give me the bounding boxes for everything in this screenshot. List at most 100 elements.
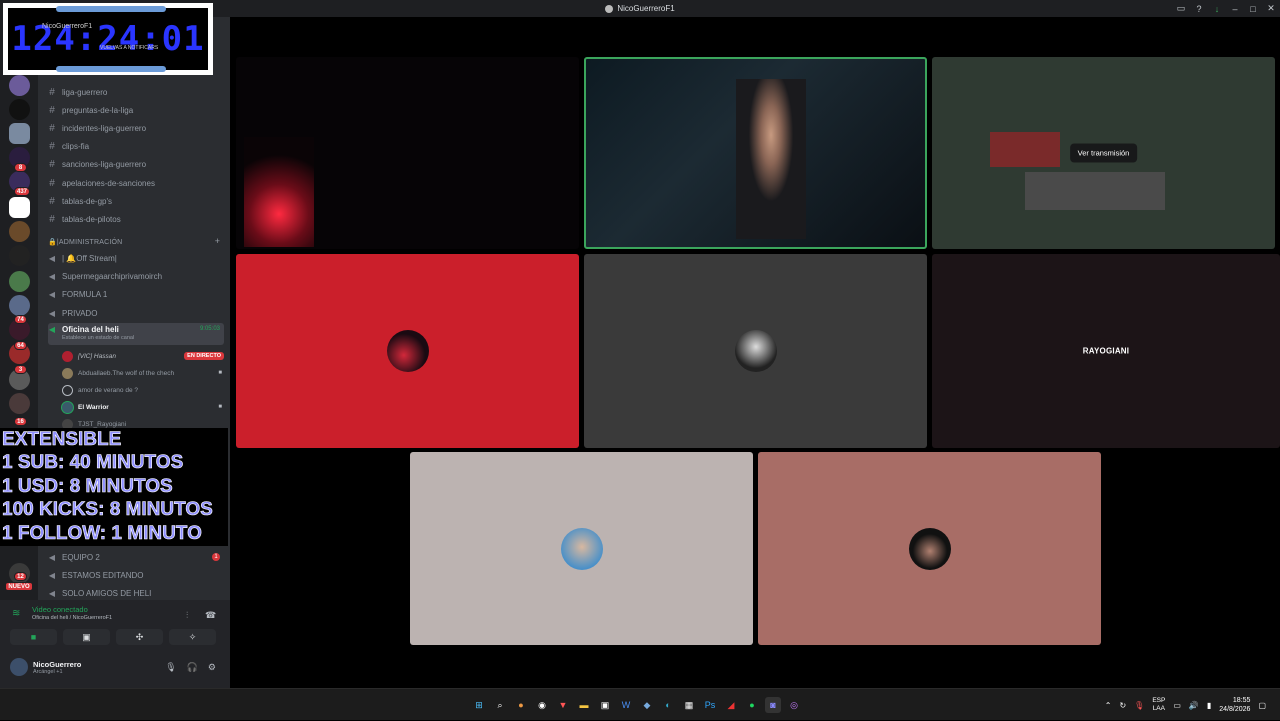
video-tile-speaking[interactable] — [584, 57, 927, 249]
category-administracion[interactable]: 🔒|ADMINISTRACIÓN — [48, 238, 122, 246]
voice-location[interactable]: Oficina del heli / NicoGuerreroF1 — [32, 615, 112, 621]
photoshop-icon[interactable]: Ps — [702, 697, 718, 713]
download-icon[interactable]: ↓ — [1208, 4, 1226, 14]
voice-channel[interactable]: ◀ FORMULA 1 — [48, 287, 224, 301]
mic-icon[interactable]: 🎙 — [1134, 701, 1144, 710]
text-channel[interactable]: # tablas-de-pilotos — [48, 212, 224, 226]
word-icon[interactable]: W — [618, 697, 634, 713]
help-icon[interactable]: ? — [1190, 4, 1208, 14]
volume-icon[interactable]: 🔊 — [1189, 701, 1199, 710]
chevron-up-icon[interactable]: ⌃ — [1105, 701, 1112, 710]
add-channel-icon[interactable]: + — [215, 236, 220, 246]
voice-channel-active[interactable]: ◀ Oficina del heli Establece un estado d… — [48, 323, 224, 345]
network-icon[interactable]: ▭ — [1173, 701, 1181, 710]
battery-icon[interactable]: ▮ — [1207, 701, 1211, 710]
watch-stream-button[interactable]: Ver transmisión — [1069, 143, 1138, 163]
server-icon[interactable] — [9, 221, 30, 242]
server-icon[interactable] — [9, 393, 30, 414]
voice-user[interactable]: amor de verano de ? — [62, 383, 222, 397]
channel-status[interactable]: Establece un estado de canal — [62, 335, 134, 341]
close-button[interactable]: ✕ — [1262, 3, 1280, 14]
speaker-icon: ◀ — [48, 552, 56, 562]
video-tile-user[interactable] — [584, 254, 927, 448]
server-icon[interactable] — [9, 197, 30, 218]
brave-icon[interactable]: ▼ — [555, 697, 571, 713]
video-tile-stream[interactable] — [236, 57, 579, 249]
voice-user[interactable]: [VlC] Hassan EN DIRECTO — [62, 349, 224, 363]
copilot-icon[interactable]: ◆ — [639, 697, 655, 713]
start-icon[interactable]: ⊞ — [471, 697, 487, 713]
webcam-feed — [736, 79, 806, 239]
voice-channel[interactable]: ◀ EQUIPO 2 — [48, 550, 224, 564]
text-channel[interactable]: # apelaciones-de-sanciones — [48, 176, 224, 190]
extensible-overlay: EXTENSIBLE 1 SUB: 40 MINUTOS 1 USD: 8 MI… — [0, 428, 228, 546]
video-tile-user[interactable]: RAYOGIANI — [932, 254, 1280, 448]
disconnect-icon[interactable]: ☎ — [205, 610, 216, 621]
text-channel[interactable]: # incidentes-liga-guerrero — [48, 121, 224, 135]
app-icon[interactable]: ▣ — [597, 697, 613, 713]
server-icon[interactable] — [9, 99, 30, 120]
avatar — [10, 658, 28, 676]
mention-badge: 12 — [14, 572, 27, 581]
notification-icon[interactable]: ▢ — [1258, 701, 1266, 710]
text-channel[interactable]: # preguntas-de-la-liga — [48, 103, 224, 117]
video-tile-user[interactable] — [236, 254, 579, 448]
noise-suppression-icon[interactable]: ⫶ — [186, 610, 188, 621]
headphones-icon[interactable]: 🎧 — [187, 662, 198, 673]
maximize-button[interactable]: □ — [1244, 4, 1262, 14]
discord-icon — [605, 4, 614, 13]
voice-channel[interactable]: ◀ | 🔔Off Stream| — [48, 251, 224, 265]
server-icon[interactable] — [9, 75, 30, 96]
server-icon[interactable] — [9, 245, 30, 266]
chrome-icon[interactable]: ● — [513, 697, 529, 713]
search-icon[interactable]: ⌕ — [492, 697, 508, 713]
voice-action-buttons: ■ ▣ ✣ ✧ — [10, 629, 216, 645]
text-channel[interactable]: # tablas-de-gp's — [48, 194, 224, 208]
server-icon[interactable] — [9, 295, 30, 316]
file-explorer-icon[interactable]: ▬ — [576, 697, 592, 713]
sync-icon[interactable]: ↻ — [1119, 701, 1126, 710]
server-icon[interactable] — [9, 271, 30, 292]
voice-user[interactable]: El Warrior ■ — [62, 400, 222, 414]
voice-channel[interactable]: ◀ SOLO AMIGOS DE HELI — [48, 586, 224, 600]
system-tray: ⌃ ↻ 🎙 ESP LAA ▭ 🔊 ▮ 18:55 24/8/2026 ▢ — [1105, 689, 1280, 721]
screen-share-button[interactable]: ▣ — [63, 629, 110, 645]
speaker-icon: ◀ — [48, 570, 56, 580]
text-channel[interactable]: # sanciones-liga-guerrero — [48, 157, 224, 171]
headset-icon — [62, 384, 73, 396]
spotify-icon[interactable]: ● — [744, 697, 760, 713]
voice-status: Video conectado — [32, 605, 88, 614]
voice-user[interactable]: Abduallaeb.The wolf of the chech ■ — [62, 366, 222, 380]
app-icon[interactable]: ▦ — [681, 697, 697, 713]
mic-icon[interactable]: 🎙 — [165, 662, 176, 673]
app-icon[interactable]: ◢ — [723, 697, 739, 713]
edge-icon[interactable]: ◐ — [660, 697, 676, 713]
voice-channel[interactable]: ◀ Supermegaarchiprivamoirch — [48, 269, 224, 283]
timer-display: 124:24:01 — [11, 19, 205, 59]
video-tile-user[interactable] — [410, 452, 753, 645]
speaker-icon: ◀ — [48, 271, 56, 281]
text-channel[interactable]: # clips-fia — [48, 139, 224, 153]
camera-button[interactable]: ■ — [10, 629, 57, 645]
text-channel[interactable]: # liga-guerrero — [48, 85, 224, 99]
video-tile-screenshare[interactable]: Ver transmisión — [932, 57, 1275, 249]
voice-channel[interactable]: ◀ ESTAMOS EDITANDO — [48, 568, 224, 582]
user-controls: 🎙 🎧 ⚙ — [165, 662, 216, 673]
minimize-button[interactable]: – — [1226, 4, 1244, 14]
inbox-icon[interactable]: ▭ — [1172, 3, 1190, 14]
user-area[interactable]: NicoGuerrero Arcángel +1 — [10, 658, 81, 676]
server-icon[interactable] — [9, 123, 30, 144]
soundboard-button[interactable]: ✧ — [169, 629, 216, 645]
app-icon[interactable]: ◎ — [786, 697, 802, 713]
language-indicator[interactable]: ESP LAA — [1152, 697, 1165, 713]
obs-icon[interactable]: ◉ — [534, 697, 550, 713]
hash-icon: # — [49, 104, 55, 116]
activities-button[interactable]: ✣ — [116, 629, 163, 645]
voice-channel[interactable]: ◀ PRIVADO — [48, 306, 224, 320]
mention-badge: 16 — [14, 417, 27, 426]
discord-icon[interactable]: ◙ — [765, 697, 781, 713]
tray-clock[interactable]: 18:55 24/8/2026 — [1219, 696, 1250, 714]
live-badge: EN DIRECTO — [184, 352, 224, 360]
settings-icon[interactable]: ⚙ — [208, 662, 216, 673]
video-tile-user[interactable] — [758, 452, 1101, 645]
